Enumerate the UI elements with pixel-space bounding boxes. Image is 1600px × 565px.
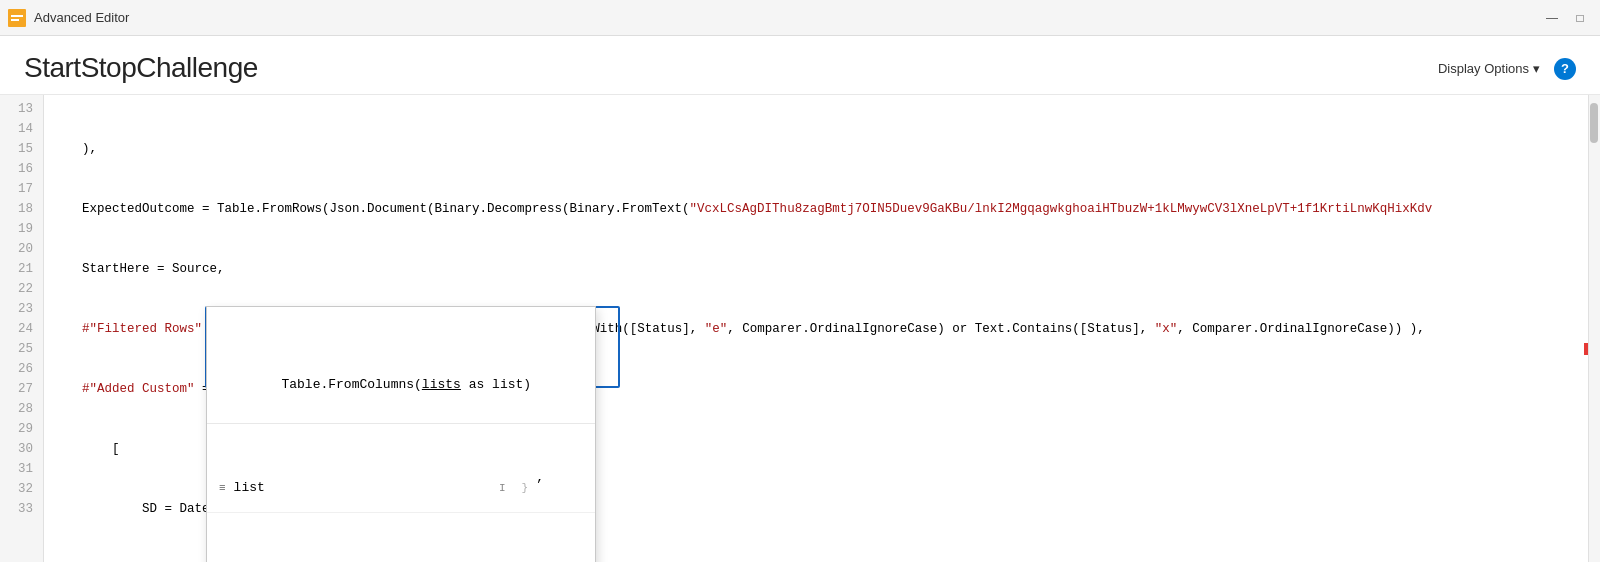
header-actions: Display Options ▾ ? xyxy=(1430,57,1576,80)
list-item-icon: ≡ xyxy=(219,478,226,498)
line-num-17: 17 xyxy=(0,179,43,199)
line-num-15: 15 xyxy=(0,139,43,159)
editor-header: StartStopChallenge Display Options ▾ ? xyxy=(0,36,1600,95)
line-num-30: 30 xyxy=(0,439,43,459)
page-title: StartStopChallenge xyxy=(24,52,258,84)
svg-rect-1 xyxy=(11,15,23,17)
function-name: Table.FromColumns(lists as list) xyxy=(281,377,531,392)
autocomplete-description: Creates a table from a list of columns a… xyxy=(207,553,595,562)
maximize-button[interactable]: □ xyxy=(1568,8,1592,28)
code-line-14: ExpectedOutcome = Table.FromRows(Json.Do… xyxy=(52,199,1580,219)
title-bar: Advanced Editor — □ xyxy=(0,0,1600,36)
line-num-20: 20 xyxy=(0,239,43,259)
code-line-15: StartHere = Source, xyxy=(52,259,1580,279)
display-options-button[interactable]: Display Options ▾ xyxy=(1430,57,1548,80)
code-line-13: ), xyxy=(52,139,1580,159)
svg-rect-0 xyxy=(8,9,26,27)
line-num-27: 27 xyxy=(0,379,43,399)
vertical-scrollbar[interactable] xyxy=(1588,95,1600,562)
error-marker xyxy=(1584,343,1588,355)
display-options-label: Display Options xyxy=(1438,61,1529,76)
line-num-22: 22 xyxy=(0,279,43,299)
line-num-13: 13 xyxy=(0,99,43,119)
line-num-23: 23 xyxy=(0,299,43,319)
line-num-24: 24 xyxy=(0,319,43,339)
code-editor[interactable]: ), ExpectedOutcome = Table.FromRows(Json… xyxy=(44,95,1588,562)
autocomplete-popup[interactable]: Table.FromColumns(lists as list) ≡ list … xyxy=(206,306,596,562)
line-num-16: 16 xyxy=(0,159,43,179)
editor-area: 13 14 15 16 17 18 19 20 21 22 23 24 25 2… xyxy=(0,95,1600,562)
minimize-button[interactable]: — xyxy=(1540,8,1564,28)
line-num-31: 31 xyxy=(0,459,43,479)
scrollbar-thumb[interactable] xyxy=(1590,103,1598,143)
line-num-33: 33 xyxy=(0,499,43,519)
line-num-28: 28 xyxy=(0,399,43,419)
line-num-14: 14 xyxy=(0,119,43,139)
autocomplete-signature: Table.FromColumns(lists as list) xyxy=(207,347,595,424)
svg-rect-2 xyxy=(11,19,19,21)
autocomplete-item-list[interactable]: ≡ list I }, xyxy=(207,464,595,513)
title-bar-label: Advanced Editor xyxy=(34,10,1540,25)
window-controls: — □ xyxy=(1540,8,1592,28)
help-button[interactable]: ? xyxy=(1554,58,1576,80)
line-num-32: 32 xyxy=(0,479,43,499)
autocomplete-param-label: list xyxy=(234,478,265,498)
line-num-21: 21 xyxy=(0,259,43,279)
app-icon xyxy=(8,9,26,27)
line-num-18: 18 xyxy=(0,199,43,219)
line-num-19: 19 xyxy=(0,219,43,239)
line-num-26: 26 xyxy=(0,359,43,379)
cursor-indicator: I xyxy=(273,478,506,498)
line-numbers: 13 14 15 16 17 18 19 20 21 22 23 24 25 2… xyxy=(0,95,44,562)
line-num-29: 29 xyxy=(0,419,43,439)
dropdown-arrow-icon: ▾ xyxy=(1533,61,1540,76)
close-hint: } xyxy=(522,478,529,498)
line-num-25: 25 xyxy=(0,339,43,359)
